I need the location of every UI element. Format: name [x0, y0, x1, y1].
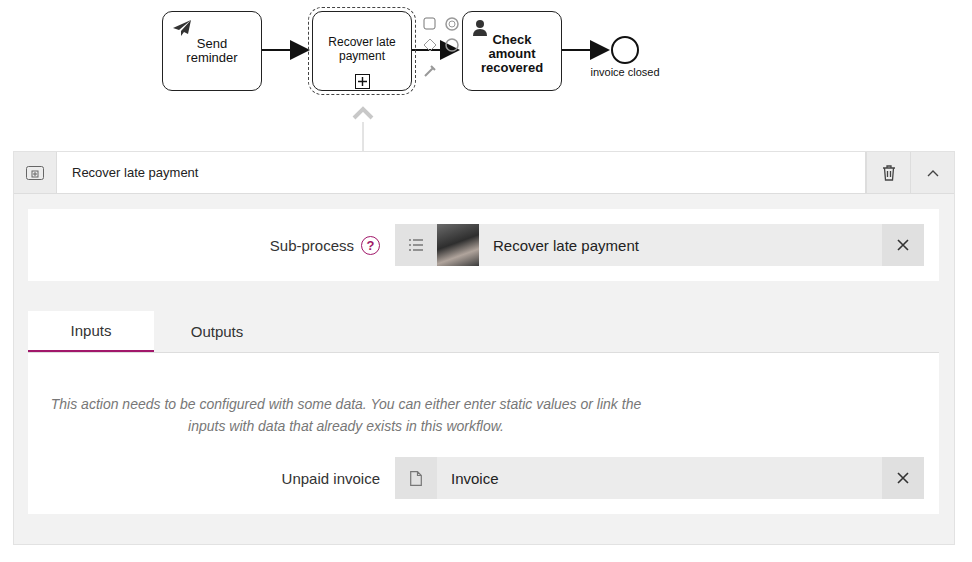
task-node[interactable]: Check amount recovered [462, 11, 562, 91]
document-icon [395, 457, 437, 499]
end-event-label: invoice closed [580, 66, 670, 78]
task-label: Recover late payment [313, 35, 411, 67]
tab[interactable]: Inputs [28, 311, 154, 352]
panel-header: Recover late payment [14, 152, 954, 194]
task-node[interactable]: Send reminder [162, 11, 262, 91]
help-text: This action needs to be configured with … [48, 393, 644, 437]
close-icon [897, 239, 909, 251]
context-pad [423, 16, 463, 84]
chevron-up-icon [927, 169, 939, 177]
end-event[interactable] [611, 36, 639, 64]
tab-content: This action needs to be configured with … [28, 352, 939, 514]
subprocess-type-icon [14, 152, 56, 193]
collapse-button[interactable] [910, 152, 954, 193]
connector-chevron-icon [354, 109, 372, 118]
subprocess-card: Sub-process? Recover late payment [28, 209, 939, 281]
send-icon [172, 19, 192, 37]
clear-button[interactable] [882, 224, 924, 266]
name-input[interactable]: Recover late payment [56, 152, 866, 193]
list-icon [395, 224, 437, 266]
page: Send reminder Recover late payment Check a… [0, 0, 972, 562]
task-node[interactable]: Recover late payment [312, 11, 412, 91]
help-button[interactable]: ? [361, 236, 380, 255]
avatar-photo [437, 224, 479, 266]
input-value: Invoice [437, 470, 882, 487]
tab-bar: InputsOutputs [28, 311, 939, 352]
collapsed-marker-icon [355, 74, 370, 89]
input-label: Unpaid invoice [282, 470, 380, 487]
clear-button[interactable] [882, 457, 924, 499]
user-icon [472, 19, 488, 37]
task-label: Send reminder [163, 37, 261, 65]
sequence-flow[interactable] [262, 49, 308, 51]
connector-line [363, 122, 364, 151]
subprocess-label: Sub-process [270, 237, 354, 254]
context-pad-icon[interactable] [423, 16, 463, 80]
subprocess-field[interactable]: Recover late payment [395, 224, 924, 266]
sequence-flow[interactable] [562, 49, 608, 51]
diagram-canvas[interactable]: Send reminder Recover late payment Check a… [0, 0, 972, 151]
input-field[interactable]: Invoice [395, 457, 924, 499]
close-icon [897, 472, 909, 484]
delete-button[interactable] [866, 152, 910, 193]
tab[interactable]: Outputs [154, 311, 280, 352]
input-row: Unpaid invoice Invoice [28, 457, 924, 499]
properties-panel: Recover late payment Sub-process? Recover … [13, 151, 955, 545]
trash-icon [882, 165, 896, 181]
subprocess-value: Recover late payment [479, 237, 882, 254]
